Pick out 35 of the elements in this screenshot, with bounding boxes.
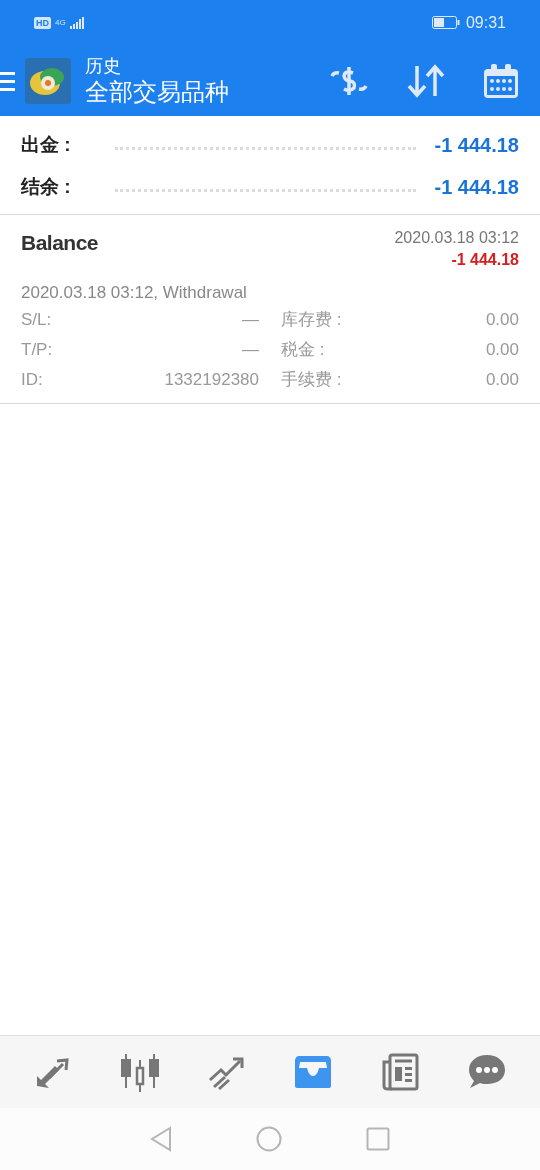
hd-badge: HD [34, 16, 51, 29]
battery-icon [431, 16, 460, 29]
summary-label: 结余 : [21, 174, 72, 199]
deal-time: 2020.03.18 03:12 [394, 228, 519, 248]
calendar-icon[interactable] [483, 62, 519, 99]
back-icon[interactable] [150, 1126, 172, 1152]
app-logo-icon[interactable] [25, 57, 71, 104]
deal-comment: 2020.03.18 03:12, Withdrawal [21, 282, 248, 304]
field-value: 0.00 [484, 369, 519, 392]
home-icon[interactable] [256, 1126, 282, 1152]
field-label: 手续费 : [281, 369, 343, 392]
field-label: 库存费 : [281, 309, 343, 332]
network-type: 4G [55, 18, 66, 27]
signal-icon [69, 16, 84, 29]
candlestick-icon[interactable] [120, 1052, 160, 1092]
recents-icon[interactable] [366, 1127, 390, 1151]
sort-icon[interactable] [407, 63, 445, 98]
clock-time: 09:31 [465, 12, 506, 33]
toolbar-title: 历史 [85, 54, 122, 77]
field-value: — [241, 309, 259, 332]
field-value: 0.00 [484, 339, 519, 362]
field-value: 1332192380 [163, 369, 259, 392]
menu-icon[interactable] [0, 69, 16, 92]
field-label: T/P: [21, 339, 54, 362]
summary-value: -1 444.18 [434, 175, 519, 200]
field-value: 0.00 [484, 309, 519, 332]
deal-amount: -1 444.18 [451, 250, 519, 270]
field-label: 税金 : [281, 339, 326, 362]
summary-value: -1 444.18 [434, 133, 519, 158]
field-label: S/L: [21, 309, 53, 332]
field-label: ID: [21, 369, 44, 392]
field-value: — [241, 339, 259, 362]
summary-label: 出金 : [21, 132, 72, 157]
deal-type: Balance [21, 230, 99, 256]
toolbar-subtitle: 全部交易品种 [85, 76, 229, 107]
